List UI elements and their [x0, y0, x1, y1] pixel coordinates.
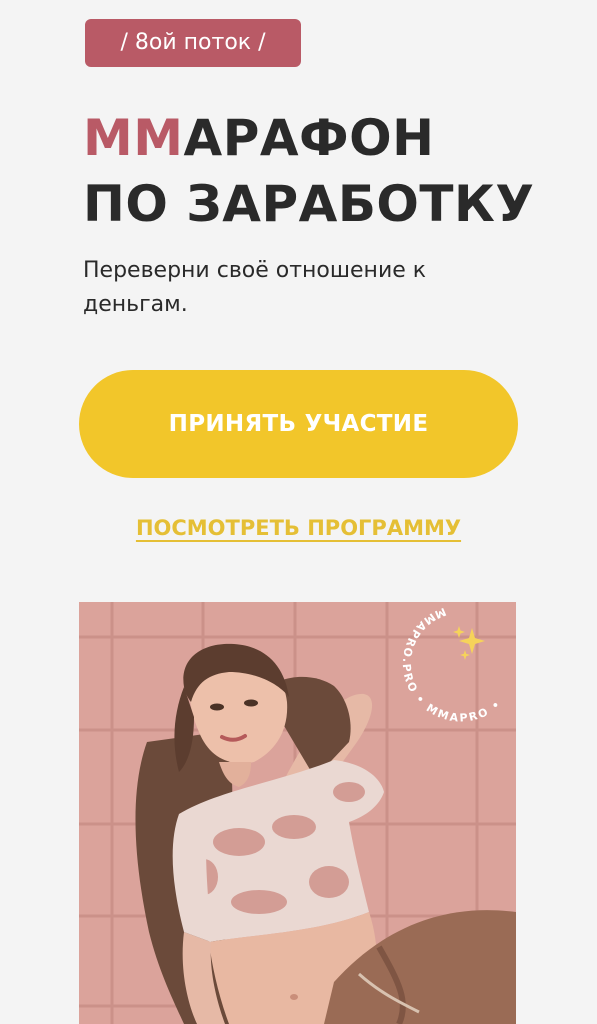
title-accent: ММ [83, 109, 184, 167]
title-line2: ПО ЗАРАБОТКУ [83, 175, 535, 233]
page-title: ММАРАФОН ПО ЗАРАБОТКУ [83, 105, 534, 237]
subtitle: Переверни своё отношение к деньгам. [83, 258, 427, 317]
title-line1-rest: АРАФОН [183, 109, 435, 167]
join-button[interactable]: ПРИНЯТЬ УЧАСТИЕ [79, 370, 518, 478]
hero-photo-illustration: MMAPRO.PRO • MMAPRO • [79, 602, 516, 1024]
hero-photo: MMAPRO.PRO • MMAPRO • [79, 602, 516, 1024]
view-program-link[interactable]: ПОСМОТРЕТЬ ПРОГРАММУ [0, 512, 597, 544]
stream-badge: / 8ой поток / [85, 19, 301, 67]
